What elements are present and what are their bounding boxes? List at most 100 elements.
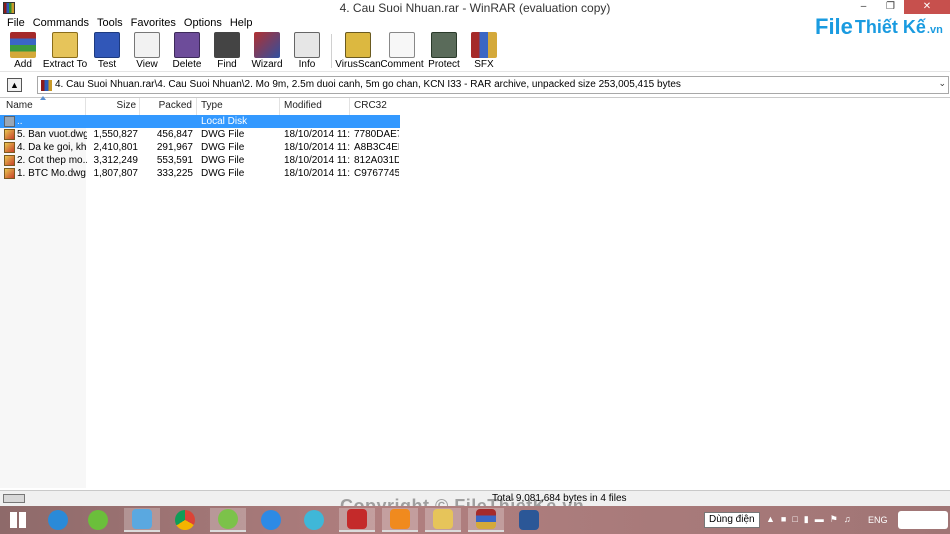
taskbar-zalo[interactable] [253,508,289,532]
table-row[interactable]: 2. Cot thep mo.... 3,312,249 553,591 DWG… [0,154,400,167]
column-header-size[interactable]: Size [86,98,140,115]
internet-explorer-icon [48,510,68,530]
taskbar-autocad[interactable] [339,508,375,532]
column-header-name-label: Name [6,100,33,111]
p-app-icon [304,510,324,530]
menu-file[interactable]: File [3,16,29,30]
window-controls: – ❐ ✕ [850,0,950,14]
wizard-button[interactable]: Wizard [247,31,287,72]
media-player-icon [132,509,152,529]
find-button[interactable]: Find [207,31,247,72]
test-button[interactable]: Test [87,31,127,72]
cell-packed: 333,225 [156,168,193,179]
cell-type: DWG File [201,142,245,153]
table-row[interactable]: 4. Da ke goi, kho... 2,410,801 291,967 D… [0,141,400,154]
comment-button[interactable]: Comment [380,31,424,72]
cell-name: 1. BTC Mo.dwg [17,168,86,179]
taskbar-p-app[interactable] [296,508,332,532]
tray-volume-icon[interactable]: ♫ [844,514,851,525]
tray-shield-icon[interactable]: □ [792,514,797,525]
tray-v-icon[interactable]: ■ [781,514,786,525]
wizard-icon [254,32,280,58]
info-icon [294,32,320,58]
chevron-down-icon[interactable]: ⌄ [938,78,946,89]
taskbar-chrome[interactable] [167,508,203,532]
column-header-packed[interactable]: Packed [140,98,197,115]
taskbar-ie[interactable] [40,508,76,532]
taskbar-explorer[interactable] [425,508,461,532]
table-row[interactable]: 1. BTC Mo.dwg 1,807,807 333,225 DWG File… [0,167,400,180]
g-app-icon [390,509,410,529]
sfx-icon [471,32,497,58]
taskbar-coccoc[interactable] [210,508,246,532]
sort-ascending-icon [40,96,46,100]
rar-archive-icon [41,80,52,91]
taskbar-media[interactable] [124,508,160,532]
view-button[interactable]: View [127,31,167,72]
drive-status-icon[interactable] [3,494,25,503]
protect-button[interactable]: Protect [424,31,464,72]
file-explorer-icon [433,509,453,529]
menu-help[interactable]: Help [226,16,257,30]
windows-logo-icon [10,512,26,528]
test-label: Test [97,59,117,70]
sfx-button[interactable]: SFX [464,31,504,72]
cell-size: 1,550,827 [93,129,139,140]
menu-commands[interactable]: Commands [29,16,93,30]
table-row[interactable]: 5. Ban vuot.dwg 1,550,827 456,847 DWG Fi… [0,128,400,141]
autocad-icon [347,509,367,529]
extract-to-label: Extract To [42,59,88,70]
tray-battery-icon[interactable]: ▬ [815,514,824,525]
address-row: ▲ 4. Cau Suoi Nhuan.rar\4. Cau Suoi Nhua… [0,76,950,94]
tray-network-icon[interactable]: ▮ [804,514,809,525]
taskbar-word[interactable] [511,508,547,532]
column-header-crc32[interactable]: CRC32 [350,98,400,115]
wizard-label: Wizard [251,59,283,70]
comment-label: Comment [380,59,424,70]
close-button[interactable]: ✕ [904,0,950,14]
taskbar-winrar[interactable] [468,508,504,532]
add-label: Add [14,59,32,70]
delete-button[interactable]: Delete [167,31,207,72]
toolbar-separator [331,34,332,68]
local-disk-icon [4,116,15,127]
cell-name: 5. Ban vuot.dwg [17,129,87,140]
menu-bar: File Commands Tools Favorites Options He… [0,16,950,30]
cell-packed: 456,847 [156,129,193,140]
table-row[interactable]: .. Local Disk [0,115,400,128]
dwg-file-icon [4,142,15,153]
cell-modified: 18/10/2014 11:... [284,142,350,153]
column-header-type[interactable]: Type [197,98,280,115]
view-icon [134,32,160,58]
extract-to-button[interactable]: Extract To [43,31,87,72]
minimize-button[interactable]: – [850,0,877,14]
up-folder-button[interactable]: ▲ [7,78,22,92]
taskbar: Dùng điện ▲ ■ □ ▮ ▬ ⚑ ♫ ENG [0,506,950,534]
taskbar-utorrent[interactable] [80,508,116,532]
tray-chevron-icon[interactable]: ▲ [766,514,775,525]
tray-flag-icon[interactable]: ⚑ [830,514,838,525]
add-button[interactable]: Add [3,31,43,72]
cell-type: DWG File [201,168,245,179]
cell-modified: 18/10/2014 11:... [284,155,350,166]
address-bar[interactable]: 4. Cau Suoi Nhuan.rar\4. Cau Suoi Nhuan\… [37,76,949,94]
menu-favorites[interactable]: Favorites [127,16,180,30]
virus-scan-button[interactable]: VirusScan [335,31,381,72]
restore-button[interactable]: ❐ [877,0,904,14]
menu-tools[interactable]: Tools [93,16,127,30]
address-path: 4. Cau Suoi Nhuan.rar\4. Cau Suoi Nhuan\… [55,79,681,90]
chrome-icon [175,510,195,530]
menu-options[interactable]: Options [180,16,226,30]
system-tray: ▲ ■ □ ▮ ▬ ⚑ ♫ [766,514,851,525]
tray-language[interactable]: ENG [868,515,888,525]
cell-type: DWG File [201,129,245,140]
protect-label: Protect [428,59,460,70]
column-header-name[interactable]: Name [0,96,86,115]
info-button[interactable]: Info [287,31,327,72]
taskbar-g-app[interactable] [382,508,418,532]
column-header-modified[interactable]: Modified [280,98,350,115]
start-button[interactable] [0,508,36,532]
dwg-file-icon [4,129,15,140]
tray-clock[interactable] [898,511,948,529]
delete-icon [174,32,200,58]
